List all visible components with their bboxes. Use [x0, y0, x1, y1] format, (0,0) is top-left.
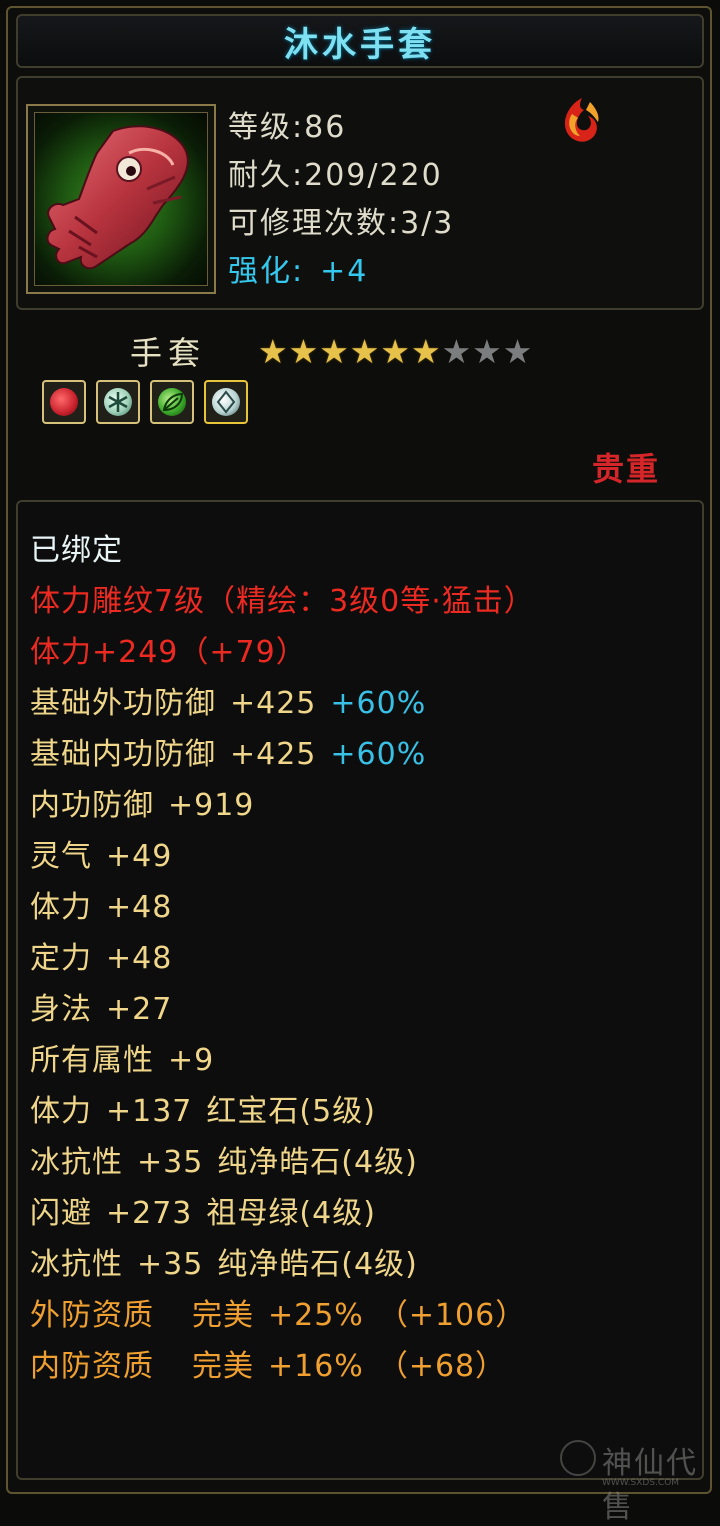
attr-value: +425 [230, 686, 317, 721]
leaf-gem-icon[interactable] [150, 380, 194, 424]
attr-bonus: +60% [330, 686, 427, 721]
stamina-main-attribute: 体力+249（+79） [30, 635, 307, 670]
gem-name: 红宝石(5级) [206, 1094, 376, 1129]
star-empty-icon: ★ [472, 332, 502, 371]
attr-label: 闪避 [30, 1196, 92, 1231]
carving-attribute: 体力雕纹7级（精绘：3级0等·猛击） [30, 584, 535, 619]
star-empty-icon: ★ [441, 332, 472, 371]
crystal-gem-icon[interactable] [204, 380, 248, 424]
attr-value: +35 [137, 1145, 204, 1180]
attr-value: +48 [106, 941, 173, 976]
star-filled-icon: ★ [288, 332, 319, 371]
fire-emblem-icon [552, 92, 608, 148]
attr-value: +35 [137, 1247, 204, 1282]
level-stat: 等级:86 [228, 110, 347, 145]
int-defense-quality: 内防资质 完美 +16% （+68） [30, 1347, 506, 1387]
red-glove-icon [34, 112, 208, 286]
stamina-attribute: 体力 +48 [30, 888, 172, 928]
attr-value: +273 [106, 1196, 193, 1231]
attr-value: +16% [268, 1349, 364, 1384]
ruby-gem-icon[interactable] [42, 380, 86, 424]
enhance-stat: 强化: +4 [228, 246, 368, 290]
attr-label: 基础内功防御 [30, 737, 216, 772]
attr-label: 内功防御 [30, 788, 154, 823]
attr-label: 身法 [30, 992, 92, 1027]
snowflake-gem-icon[interactable] [96, 380, 140, 424]
repair-count-stat: 可修理次数:3/3 [228, 206, 455, 241]
gem-attribute-1: 体力 +137 红宝石(5级) [30, 1092, 376, 1132]
attr-label: 内防资质 [30, 1349, 154, 1384]
durability-stat: 耐久:209/220 [228, 158, 443, 193]
attr-value: +25% [268, 1298, 364, 1333]
attr-label: 体力 [30, 1094, 92, 1129]
attr-value: +137 [106, 1094, 193, 1129]
focus-attribute: 定力 +48 [30, 939, 172, 979]
gem-slots [42, 380, 248, 424]
gem-name: 祖母绿(4级) [206, 1196, 376, 1231]
attr-value: +9 [168, 1043, 215, 1078]
spirit-attribute: 灵气 +49 [30, 837, 172, 877]
int-defense: 内功防御 +919 [30, 786, 254, 826]
attr-label: 基础外功防御 [30, 686, 216, 721]
gem-attribute-3: 闪避 +273 祖母绿(4级) [30, 1194, 376, 1234]
star-rating: ★ ★ ★ ★ ★ ★ ★ ★ ★ [258, 334, 532, 370]
attr-label: 冰抗性 [30, 1145, 123, 1180]
attr-label: 灵气 [30, 839, 92, 874]
enhance-label: 强化: [228, 254, 305, 289]
gem-name: 纯净皓石(4级) [217, 1247, 418, 1282]
attr-label: 所有属性 [30, 1043, 154, 1078]
gem-attribute-2: 冰抗性 +35 纯净皓石(4级) [30, 1143, 418, 1183]
attr-value: +919 [168, 788, 255, 823]
attr-value: +48 [106, 890, 173, 925]
attr-extra: （+68） [377, 1349, 507, 1384]
attr-label: 冰抗性 [30, 1247, 123, 1282]
star-filled-icon: ★ [410, 332, 441, 371]
star-empty-icon: ★ [502, 332, 533, 371]
attr-label: 外防资质 [30, 1298, 154, 1333]
item-type: 手套 [130, 334, 207, 372]
rarity-label: 贵重 [592, 450, 661, 488]
attr-extra: （+106） [377, 1298, 527, 1333]
attr-label: 体力 [30, 890, 92, 925]
watermark-url: WWW.SXDS.COM [602, 1478, 680, 1488]
attr-value: +49 [106, 839, 173, 874]
gem-name: 纯净皓石(4级) [217, 1145, 418, 1180]
base-ext-defense: 基础外功防御 +425 +60% [30, 684, 426, 724]
star-filled-icon: ★ [258, 332, 288, 371]
enhance-value: +4 [320, 254, 369, 289]
star-filled-icon: ★ [319, 332, 349, 371]
attr-value: +425 [230, 737, 317, 772]
attr-value: +27 [106, 992, 173, 1027]
item-name: 沐水手套 [284, 24, 436, 65]
all-attributes: 所有属性 +9 [30, 1041, 214, 1081]
star-filled-icon: ★ [349, 332, 380, 371]
quality-grade: 完美 [192, 1349, 254, 1384]
agility-attribute: 身法 +27 [30, 990, 172, 1030]
title-bar: 沐水手套 [16, 14, 704, 68]
item-icon-frame[interactable] [26, 104, 216, 294]
star-filled-icon: ★ [380, 332, 410, 371]
bound-status: 已绑定 [30, 533, 123, 568]
attr-bonus: +60% [330, 737, 427, 772]
watermark-logo-icon [560, 1440, 596, 1476]
base-int-defense: 基础内功防御 +425 +60% [30, 735, 426, 775]
attr-label: 定力 [30, 941, 92, 976]
ext-defense-quality: 外防资质 完美 +25% （+106） [30, 1296, 526, 1336]
quality-grade: 完美 [192, 1298, 254, 1333]
gem-attribute-4: 冰抗性 +35 纯净皓石(4级) [30, 1245, 418, 1285]
